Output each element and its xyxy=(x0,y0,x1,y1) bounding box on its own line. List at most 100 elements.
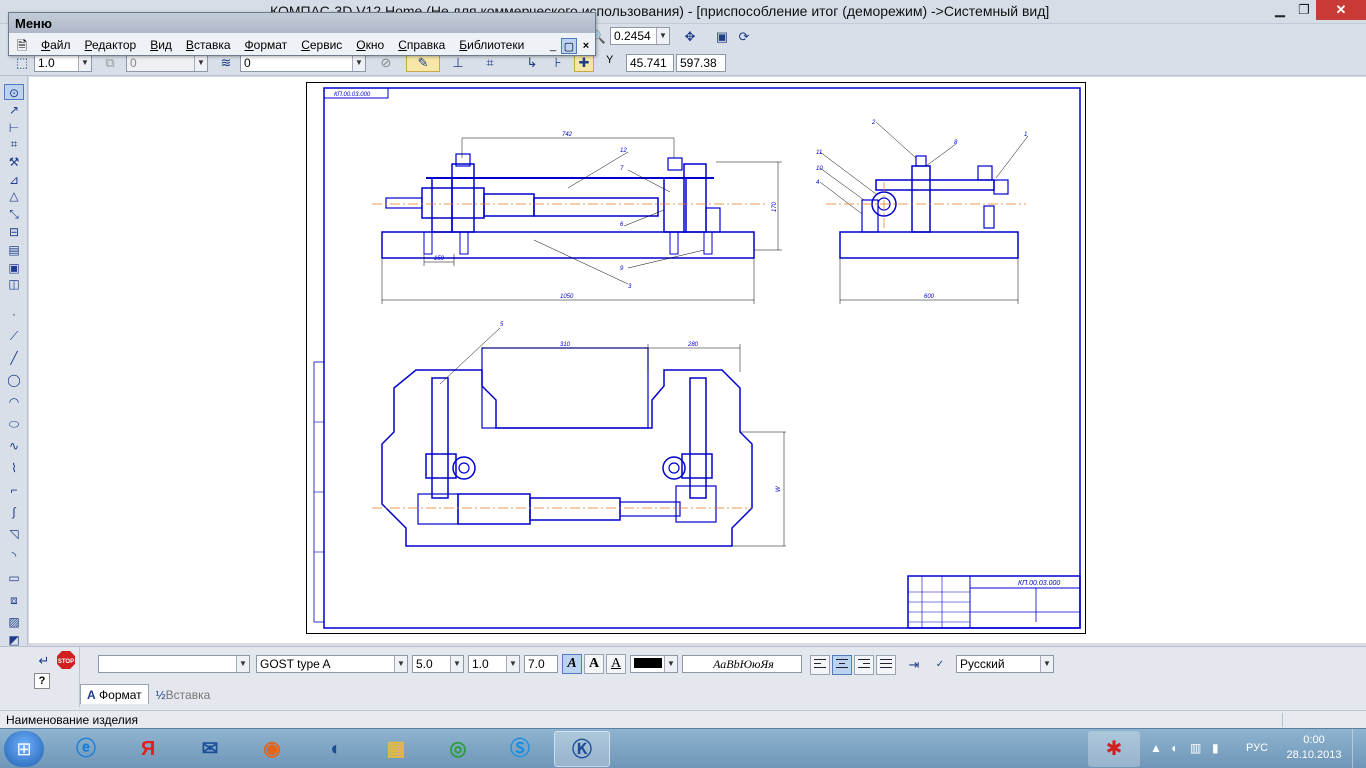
equidistant-icon[interactable]: ⧈ xyxy=(4,592,24,608)
polyline-icon[interactable]: ⌇ xyxy=(4,460,24,476)
align-justify-button[interactable] xyxy=(876,655,896,675)
tab-insert[interactable]: ½Вставка xyxy=(149,684,218,704)
refresh-icon[interactable]: ⟳ xyxy=(734,27,754,47)
hatch-icon[interactable]: ▨ xyxy=(4,614,24,630)
snap-icon[interactable]: ⬚ xyxy=(12,53,32,73)
menu-insert[interactable]: Вставка xyxy=(179,38,238,52)
spline-icon[interactable]: ∿ xyxy=(4,438,24,454)
minimize-button[interactable]: ▁ xyxy=(1268,0,1292,20)
menu-service[interactable]: Сервис xyxy=(294,38,349,52)
geometry-icon[interactable]: ↗ xyxy=(4,102,24,118)
start-button[interactable]: ⊞ xyxy=(4,731,44,767)
maximize-button[interactable]: ❐ xyxy=(1292,0,1316,20)
menu-help[interactable]: Справка xyxy=(391,38,452,52)
chevron-down-icon[interactable]: ▼ xyxy=(450,656,463,672)
pan-icon[interactable]: ✥ xyxy=(680,27,700,47)
layer-icon[interactable]: ⧉ xyxy=(100,53,120,73)
layer-combo[interactable]: 0 ▼ xyxy=(126,54,208,72)
grid-icon[interactable]: ⌗ xyxy=(480,53,500,73)
chevron-down-icon[interactable]: ▼ xyxy=(394,656,407,672)
tab-format[interactable]: A Формат xyxy=(80,684,149,704)
arc-icon[interactable]: ◠ xyxy=(4,394,24,410)
reports-icon[interactable]: ▣ xyxy=(4,260,24,276)
menu-file[interactable]: Файл xyxy=(34,38,78,52)
stop-icon[interactable]: STOP xyxy=(56,651,76,671)
auxiliary-line-icon[interactable]: ⟋ xyxy=(4,328,24,344)
align-center-button[interactable] xyxy=(832,655,852,675)
tray-expand-icon[interactable]: ▲ xyxy=(1150,741,1162,755)
chevron-down-icon[interactable]: ▼ xyxy=(236,656,249,672)
spellcheck-icon[interactable]: ✓ xyxy=(930,655,950,675)
show-desktop-button[interactable] xyxy=(1352,729,1366,768)
chevron-down-icon[interactable]: ▼ xyxy=(656,28,669,44)
chrome-icon[interactable]: ◎ xyxy=(430,731,486,767)
chevron-down-icon[interactable]: ▼ xyxy=(194,55,207,71)
chevron-down-icon[interactable]: ▼ xyxy=(506,656,519,672)
help-icon[interactable]: ? xyxy=(34,673,50,689)
style-combo[interactable]: 0 ▼ xyxy=(240,54,366,72)
create-object-icon[interactable]: ↵ xyxy=(34,651,54,671)
notification-icon[interactable]: ✱ xyxy=(1088,731,1140,767)
align-right-button[interactable] xyxy=(854,655,874,675)
chevron-down-icon[interactable]: ▼ xyxy=(1040,656,1053,672)
insertions-icon[interactable]: ◫ xyxy=(4,276,24,292)
doc-close-button[interactable]: × xyxy=(578,38,594,54)
close-button[interactable]: ✕ xyxy=(1316,0,1366,20)
internet-explorer-icon[interactable]: ⓔ xyxy=(58,731,114,767)
language-indicator[interactable]: РУС xyxy=(1246,742,1268,754)
menu-caption[interactable]: Меню xyxy=(9,13,595,33)
chamfer-icon[interactable]: ◹ xyxy=(4,526,24,542)
media-icon[interactable]: ◖ xyxy=(306,731,362,767)
cursor-y-field[interactable]: 597.38 xyxy=(676,54,726,72)
mail-icon[interactable]: ✉ xyxy=(182,731,238,767)
drawing-sheet[interactable]: КП.00.03.000 КП.00.03.000 742 150 1050 6… xyxy=(306,82,1086,634)
volume-icon[interactable]: ◖ xyxy=(1170,741,1177,755)
segment-icon[interactable]: ╱ xyxy=(4,350,24,366)
tabulation-icon[interactable]: ⇥ xyxy=(904,655,924,675)
menu-format[interactable]: Формат xyxy=(238,38,295,52)
height-combo[interactable]: 5.0 ▼ xyxy=(412,655,464,673)
local-cs-icon[interactable]: ⊥ xyxy=(448,53,468,73)
grid-icon[interactable]: ⌗ xyxy=(4,136,24,152)
contour-icon[interactable]: ⌐ xyxy=(4,482,24,498)
bold-button[interactable]: A xyxy=(584,654,604,674)
chevron-down-icon[interactable]: ▼ xyxy=(664,656,677,672)
folder-icon[interactable]: ▦ xyxy=(368,731,424,767)
underline-button[interactable]: A xyxy=(606,654,626,674)
text-style-combo[interactable]: ▼ xyxy=(98,655,250,673)
circle-icon[interactable]: ◯ xyxy=(4,372,24,388)
network-icon[interactable]: ▥ xyxy=(1190,741,1201,755)
fillet-icon[interactable]: ◝ xyxy=(4,548,24,564)
font-combo[interactable]: GOST type A ▼ xyxy=(256,655,408,673)
step-field[interactable]: 7.0 xyxy=(524,655,558,673)
spec-icon[interactable]: ▤ xyxy=(4,242,24,258)
curve-icon[interactable]: ∫ xyxy=(4,504,24,520)
menu-editor[interactable]: Редактор xyxy=(78,38,144,52)
select-icon[interactable]: ⊙ xyxy=(4,84,24,100)
yandex-icon[interactable]: Я xyxy=(120,731,176,767)
measure-icon[interactable]: △ xyxy=(4,188,24,204)
color-combo[interactable]: ▼ xyxy=(630,655,678,673)
clock[interactable]: 0:00 28.10.2013 xyxy=(1286,733,1342,763)
chevron-down-icon[interactable]: ▼ xyxy=(78,55,91,71)
ellipse-icon[interactable]: ⬭ xyxy=(4,416,24,432)
associative-views-icon[interactable]: ⊟ xyxy=(4,224,24,240)
menu-view[interactable]: Вид xyxy=(143,38,179,52)
italic-button[interactable]: A xyxy=(562,654,582,674)
doc-minimize-button[interactable]: _ xyxy=(545,38,561,54)
doc-restore-button[interactable]: ▢ xyxy=(561,38,577,54)
cursor-x-field[interactable]: 45.741 xyxy=(626,54,674,72)
language-combo[interactable]: Русский ▼ xyxy=(956,655,1054,673)
zoom-window-icon[interactable]: ▣ xyxy=(712,27,732,47)
rectangle-icon[interactable]: ▭ xyxy=(4,570,24,586)
style-icon[interactable]: ≋ xyxy=(216,53,236,73)
skype-icon[interactable]: Ⓢ xyxy=(492,731,548,767)
local-snap-icon[interactable]: ↳ xyxy=(522,53,542,73)
view-icon[interactable]: ⊘ xyxy=(376,53,396,73)
narrowing-combo[interactable]: 1.0 ▼ xyxy=(468,655,520,673)
menu-window-menu[interactable]: Окно xyxy=(349,38,391,52)
scale-combo[interactable]: 0.2454 ▼ xyxy=(610,27,670,45)
select-by-icon[interactable]: ⤡ xyxy=(4,206,24,222)
parametrization-icon[interactable]: ⊿ xyxy=(4,172,24,188)
battery-icon[interactable]: ▮ xyxy=(1212,741,1219,755)
